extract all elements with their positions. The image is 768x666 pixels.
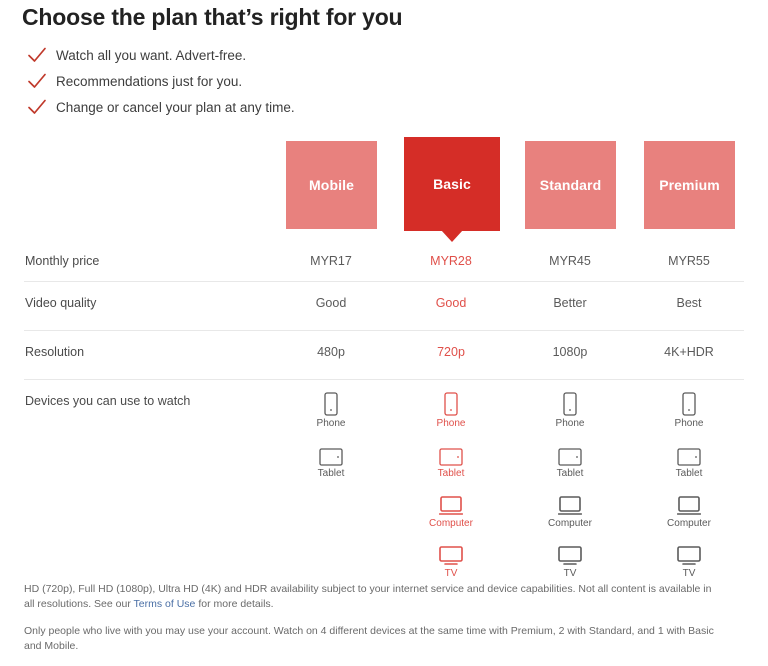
device-label: Computer xyxy=(548,518,592,529)
table-row-video-quality: Video quality Good Good Better Best xyxy=(24,281,744,330)
tv-icon xyxy=(439,540,463,566)
cell-resolution-standard: 1080p xyxy=(552,345,588,359)
device-item: Tablet xyxy=(317,440,345,479)
list-item: Recommendations just for you. xyxy=(26,68,446,94)
computer-icon xyxy=(677,490,701,516)
check-icon xyxy=(26,44,48,66)
device-item: Tablet xyxy=(675,440,703,479)
device-column-standard: Phone Tablet Computer TV xyxy=(510,390,630,590)
device-label: TV xyxy=(682,568,696,579)
cell-price-basic: MYR28 xyxy=(430,254,472,268)
plan-comparison-table: Monthly price MYR17 MYR28 MYR45 MYR55 Vi… xyxy=(0,240,768,579)
list-item-label: Recommendations just for you. xyxy=(56,73,243,89)
disclaimer-quality-text-after: for more details. xyxy=(195,598,274,610)
device-item: Phone xyxy=(555,390,585,429)
tv-icon xyxy=(558,540,582,566)
device-label: Tablet xyxy=(437,468,465,479)
list-item-label: Watch all you want. Advert-free. xyxy=(56,47,247,63)
plan-card-label: Basic xyxy=(433,176,471,192)
page-title: Choose the plan that’s right for you xyxy=(22,4,403,30)
benefits-list: Watch all you want. Advert-free. Recomme… xyxy=(26,42,446,120)
cell-quality-mobile: Good xyxy=(315,296,347,310)
terms-of-use-link[interactable]: Terms of Use xyxy=(134,598,196,610)
device-label: TV xyxy=(563,568,577,579)
device-item: Phone xyxy=(316,390,346,429)
device-column-premium: Phone Tablet Computer TV xyxy=(629,390,749,590)
device-item: Tablet xyxy=(437,440,465,479)
device-item: Computer xyxy=(429,490,473,529)
cell-price-mobile: MYR17 xyxy=(310,254,352,268)
device-item: TV xyxy=(558,540,582,579)
device-item: Phone xyxy=(674,390,704,429)
list-item: Watch all you want. Advert-free. xyxy=(26,42,446,68)
table-row-monthly-price: Monthly price MYR17 MYR28 MYR45 MYR55 xyxy=(24,240,744,281)
phone-icon xyxy=(682,390,696,416)
table-row-resolution: Resolution 480p 720p 1080p 4K+HDR xyxy=(24,330,744,379)
tablet-icon xyxy=(319,440,343,466)
phone-icon xyxy=(324,390,338,416)
tablet-icon xyxy=(677,440,701,466)
device-column-basic: Phone Tablet Computer TV xyxy=(391,390,511,590)
device-item: Tablet xyxy=(556,440,584,479)
footer-disclaimers: HD (720p), Full HD (1080p), Ultra HD (4K… xyxy=(24,582,714,666)
cell-resolution-basic: 720p xyxy=(437,345,465,359)
device-label: Phone xyxy=(316,418,346,429)
tablet-icon xyxy=(558,440,582,466)
tv-icon xyxy=(677,540,701,566)
cell-resolution-premium: 4K+HDR xyxy=(664,345,714,359)
device-label: Tablet xyxy=(675,468,703,479)
cell-quality-premium: Best xyxy=(676,296,702,310)
plan-card-premium[interactable]: Premium xyxy=(644,141,735,229)
phone-icon xyxy=(563,390,577,416)
disclaimer-quality-text-before: HD (720p), Full HD (1080p), Ultra HD (4K… xyxy=(24,583,712,610)
check-icon xyxy=(26,70,48,92)
list-item-label: Change or cancel your plan at any time. xyxy=(56,99,295,115)
device-column-mobile: Phone Tablet xyxy=(271,390,391,490)
computer-icon xyxy=(439,490,463,516)
cell-quality-basic: Good xyxy=(435,296,467,310)
plan-card-row: Mobile Basic Standard Premium xyxy=(0,0,768,250)
phone-icon xyxy=(444,390,458,416)
table-row-devices: Devices you can use to watch Phone Table… xyxy=(24,379,744,579)
device-label: Phone xyxy=(436,418,466,429)
cell-price-premium: MYR55 xyxy=(668,254,710,268)
plan-card-label: Premium xyxy=(659,177,720,193)
list-item: Change or cancel your plan at any time. xyxy=(26,94,446,120)
disclaimer-household: Only people who live with you may use yo… xyxy=(24,625,714,652)
device-label: Phone xyxy=(555,418,585,429)
device-label: Computer xyxy=(429,518,473,529)
device-item: Computer xyxy=(667,490,711,529)
plan-card-standard[interactable]: Standard xyxy=(525,141,616,229)
plan-card-mobile[interactable]: Mobile xyxy=(286,141,377,229)
plan-card-label: Standard xyxy=(539,177,602,193)
plan-card-label: Mobile xyxy=(309,177,354,193)
cell-price-standard: MYR45 xyxy=(549,254,591,268)
device-item: TV xyxy=(439,540,463,579)
cell-resolution-mobile: 480p xyxy=(317,345,345,359)
device-item: TV xyxy=(677,540,701,579)
device-label: Tablet xyxy=(556,468,584,479)
device-item: Phone xyxy=(436,390,466,429)
cell-quality-standard: Better xyxy=(553,296,587,310)
device-label: Tablet xyxy=(317,468,345,479)
computer-icon xyxy=(558,490,582,516)
device-label: TV xyxy=(444,568,458,579)
check-icon xyxy=(26,96,48,118)
tablet-icon xyxy=(439,440,463,466)
device-label: Phone xyxy=(674,418,704,429)
plan-card-basic[interactable]: Basic xyxy=(404,137,500,242)
device-label: Computer xyxy=(667,518,711,529)
device-item: Computer xyxy=(548,490,592,529)
disclaimer-quality: HD (720p), Full HD (1080p), Ultra HD (4K… xyxy=(24,582,714,612)
